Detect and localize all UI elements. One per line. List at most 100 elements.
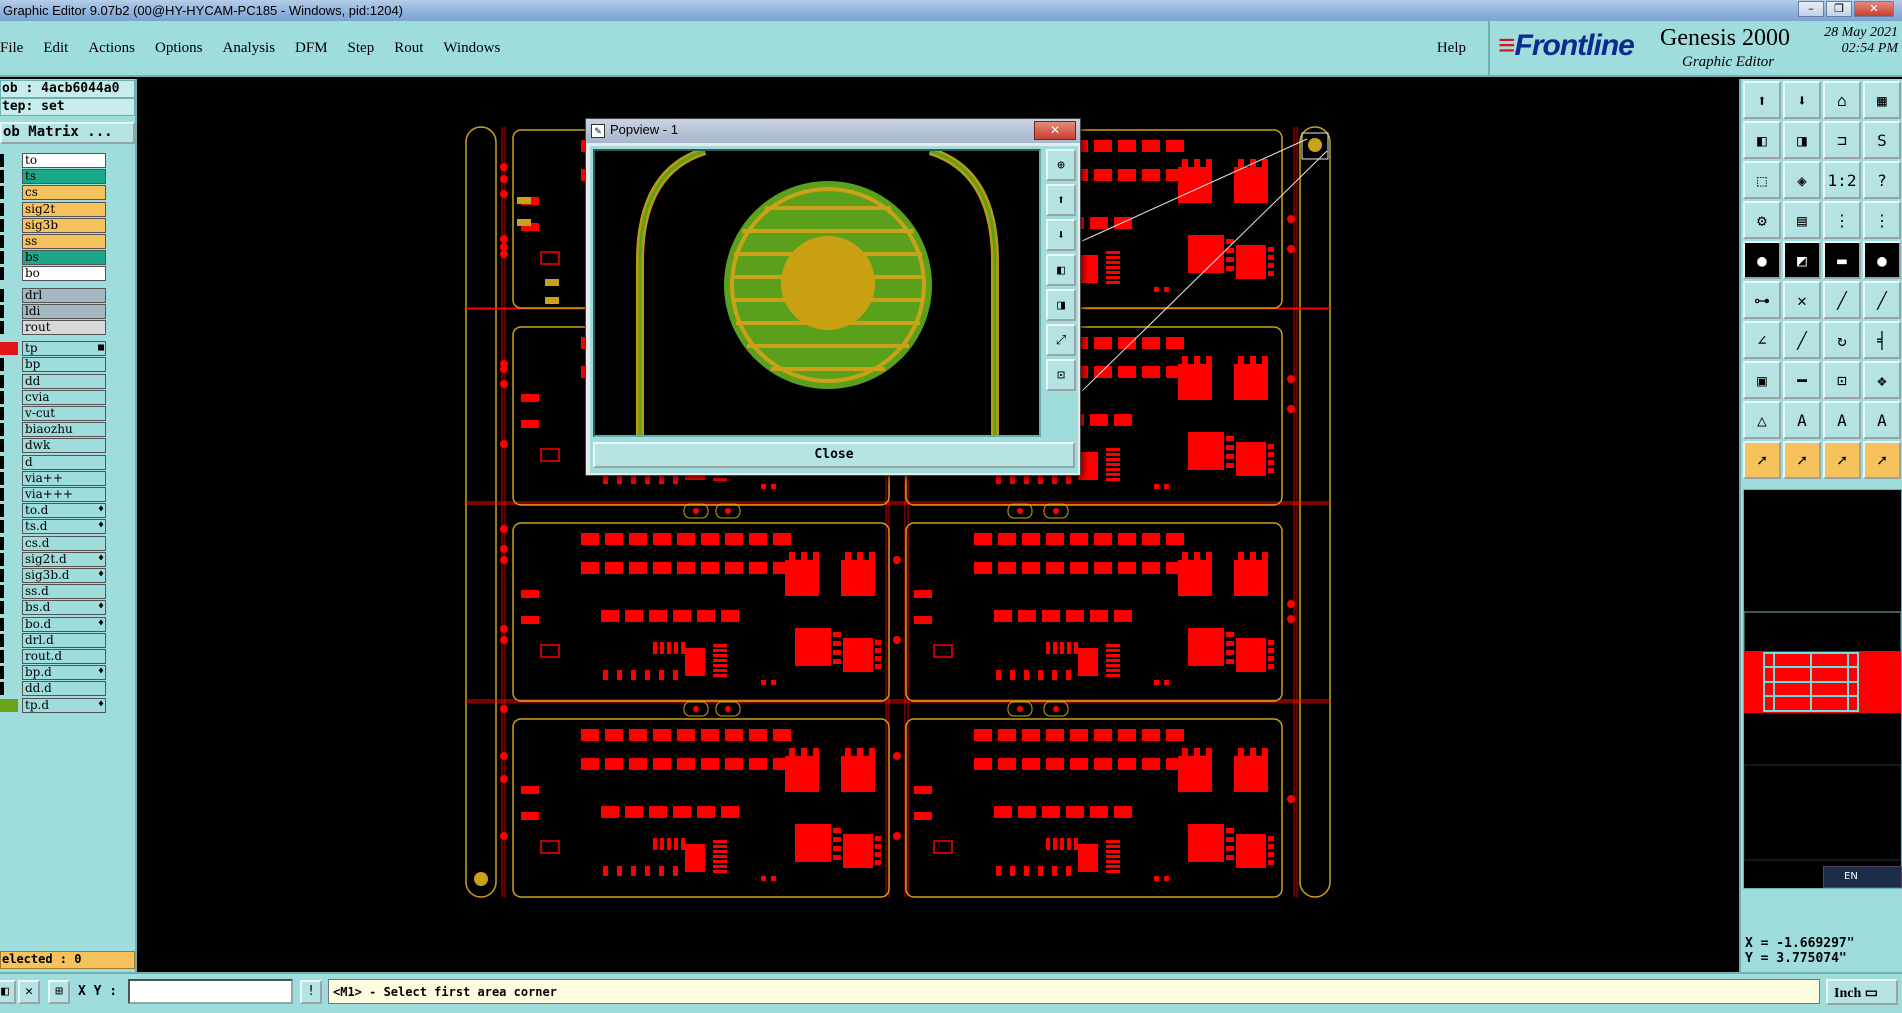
layer-state-marker[interactable] [0, 617, 4, 631]
layer-name[interactable]: via+++ [22, 487, 106, 502]
layer-state-marker[interactable] [0, 202, 4, 216]
zoom-in-icon[interactable]: ⊕ [1046, 149, 1076, 181]
slash-icon[interactable]: ╱ [1783, 321, 1821, 359]
layer-name[interactable]: ss [22, 234, 106, 249]
layer-state-marker[interactable] [0, 698, 18, 712]
layer-row[interactable]: d [0, 454, 106, 470]
layer-state-marker[interactable] [0, 407, 4, 420]
layer-row[interactable]: dd.d [0, 681, 106, 697]
layer-row[interactable]: drl.d [0, 632, 106, 648]
ime-indicator[interactable]: EN [1823, 866, 1902, 888]
layer-state-marker[interactable] [0, 439, 4, 453]
pad-edit-icon[interactable]: ▣ [1743, 361, 1781, 399]
layer-state-marker[interactable] [0, 552, 4, 566]
layer-state-marker[interactable] [0, 682, 4, 696]
layer-name[interactable]: sig2t.d [22, 551, 106, 567]
dash-icon[interactable]: ━ [1783, 361, 1821, 399]
window-icon[interactable]: ▦ [1863, 81, 1901, 119]
help-icon[interactable]: ? [1863, 161, 1901, 199]
line-icon[interactable]: ◩ [1783, 241, 1821, 279]
unit-selector[interactable]: Inch ▭ [1826, 979, 1898, 1005]
layer-row[interactable]: to.d ♦ [0, 503, 106, 519]
layer-name[interactable]: tp.d [22, 697, 106, 713]
layer-row[interactable]: via+++ [0, 487, 106, 502]
xy-input[interactable] [128, 979, 293, 1004]
layer-name[interactable]: cs.d [22, 535, 106, 551]
layer-state-marker[interactable] [0, 218, 4, 232]
route-icon[interactable]: ⊐ [1823, 121, 1861, 159]
layer-name[interactable]: ts [22, 169, 106, 185]
layer-name[interactable]: to [22, 153, 106, 168]
segment-alt-icon[interactable]: ╱ [1863, 281, 1901, 319]
zoom-page-icon[interactable]: ◈ [1783, 161, 1821, 199]
menu-actions[interactable]: Actions [78, 40, 145, 57]
grid-snap-icon[interactable]: ⊞ [48, 980, 70, 1004]
circle-icon[interactable]: ● [1863, 241, 1901, 279]
layer-name[interactable]: sig3b [22, 217, 106, 233]
layer-in-icon[interactable]: ◧ [1743, 121, 1781, 159]
layer-row[interactable]: bo.d ♦ [0, 616, 106, 632]
menu-dfm[interactable]: DFM [285, 40, 338, 57]
layer-row[interactable]: bp [0, 357, 106, 373]
open-icon[interactable]: ⬆ [1743, 81, 1781, 119]
snap-icon[interactable]: ✕ [18, 980, 40, 1004]
layer-name[interactable]: dd.d [22, 681, 106, 697]
layer-row[interactable]: sig2t.d ♦ [0, 551, 106, 567]
layer-row[interactable]: ts [0, 169, 106, 185]
save-icon[interactable]: ⬇ [1783, 81, 1821, 119]
layer-name[interactable]: cvia [22, 389, 106, 405]
triangle-icon[interactable]: △ [1743, 401, 1781, 439]
layer-name[interactable]: via++ [22, 470, 106, 486]
layer-state-marker[interactable] [0, 235, 4, 248]
layer-row[interactable]: rout.d [0, 649, 106, 664]
navigator-map[interactable] [1743, 490, 1902, 888]
alert-icon[interactable]: ! [300, 980, 322, 1004]
select-net-icon[interactable]: ➚ [1863, 441, 1901, 479]
ruler-icon[interactable]: ▬ [1823, 241, 1861, 279]
layer-row[interactable]: biaozhu [0, 422, 106, 438]
menu-edit[interactable]: Edit [33, 40, 78, 57]
layer-state-marker[interactable] [0, 186, 4, 200]
layer-state-marker[interactable] [0, 342, 18, 356]
layer-name[interactable]: tp [22, 341, 106, 357]
menu-step[interactable]: Step [338, 40, 385, 57]
menu-rout[interactable]: Rout [384, 40, 433, 57]
bracket-icon[interactable]: ⊡ [1823, 361, 1861, 399]
layer-row[interactable]: dwk [0, 438, 106, 454]
menu-options[interactable]: Options [145, 40, 213, 57]
popview-close-button[interactable]: Close [593, 442, 1075, 468]
snake-icon[interactable]: S [1863, 121, 1901, 159]
layer-state-marker[interactable] [0, 358, 4, 372]
layer-name[interactable]: bs [22, 250, 106, 266]
layer-state-marker[interactable] [0, 288, 4, 302]
layer-name[interactable]: d [22, 454, 106, 470]
layer-state-marker[interactable] [0, 154, 4, 167]
layer-row[interactable]: sig2t [0, 201, 106, 217]
select-arc-icon[interactable]: ➚ [1823, 441, 1861, 479]
layer-name[interactable]: cs [22, 185, 106, 201]
layer-row[interactable]: bs [0, 250, 106, 266]
layer-name[interactable]: biaozhu [22, 422, 106, 438]
layer-state-marker[interactable] [0, 633, 4, 647]
layer-state-marker[interactable] [0, 170, 4, 184]
layer-name[interactable]: bp [22, 357, 106, 373]
layer-state-marker[interactable] [0, 488, 4, 501]
group-icon[interactable]: ❖ [1863, 361, 1901, 399]
layer-row[interactable]: to [0, 153, 106, 168]
job-matrix-button[interactable]: ob Matrix ... [0, 122, 135, 144]
layer-state-marker[interactable] [0, 585, 4, 599]
layer-name[interactable]: drl [22, 287, 106, 303]
cross-icon[interactable]: ✕ [1783, 281, 1821, 319]
segment-icon[interactable]: ╱ [1823, 281, 1861, 319]
minimize-icon[interactable]: – [1798, 1, 1824, 17]
angle-icon[interactable]: ∠ [1743, 321, 1781, 359]
comb-icon[interactable]: ╡ [1863, 321, 1901, 359]
layer-row[interactable]: ldi [0, 303, 106, 319]
layer-name[interactable]: v-cut [22, 406, 106, 421]
layer-name[interactable]: dwk [22, 438, 106, 454]
fit-icon[interactable]: ⤢ [1046, 324, 1076, 356]
layer-name[interactable]: drl.d [22, 632, 106, 648]
layer-row[interactable]: bp.d ♦ [0, 665, 106, 681]
layer-name[interactable]: sig3b.d [22, 568, 106, 583]
layer-name[interactable]: dd [22, 373, 106, 389]
